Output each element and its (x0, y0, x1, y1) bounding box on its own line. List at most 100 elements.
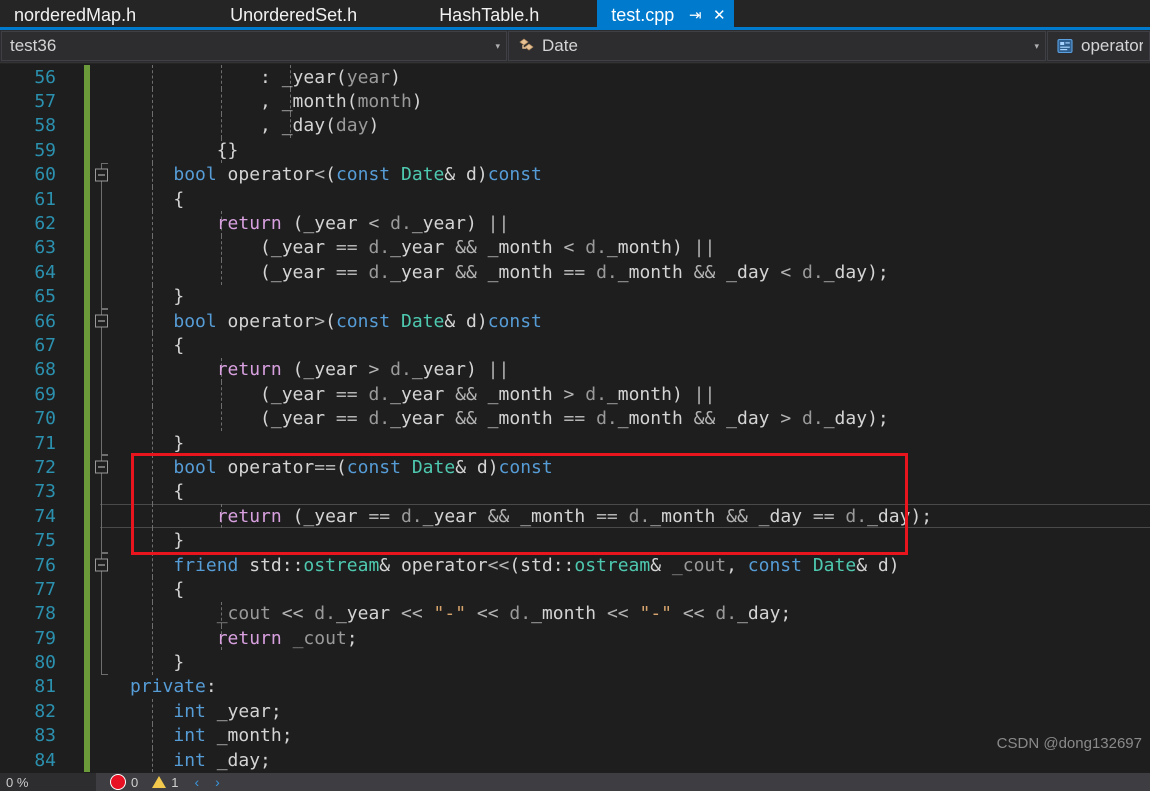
code-line-content[interactable]: } (116, 284, 1150, 309)
code-line-content[interactable]: private: (116, 675, 1150, 699)
project-scope-dropdown[interactable]: test36 ▾ (1, 31, 507, 61)
outlining-gutter[interactable] (90, 724, 116, 748)
code-line-content[interactable]: {} (116, 138, 1150, 163)
code-line[interactable]: 63 (_year == d._year && _month < d._mont… (0, 235, 1150, 261)
code-line[interactable]: 76 friend std::ostream& operator<<(std::… (0, 552, 1150, 578)
outlining-gutter[interactable] (90, 430, 116, 456)
code-line[interactable]: 60 bool operator<(const Date& d)const (0, 162, 1150, 187)
tab-unorderedmap-h[interactable]: norderedMap.h (0, 0, 153, 30)
code-line-content[interactable]: (_year == d._year && _month > d._month) … (116, 382, 1150, 407)
outlining-gutter[interactable] (90, 650, 116, 676)
code-editor-surface[interactable]: 56 : _year(year) 57 , _month(month) 58 , _… (0, 62, 1150, 774)
code-line[interactable]: 83 int _month; (0, 723, 1150, 748)
outlining-gutter[interactable] (90, 479, 116, 505)
code-line[interactable]: 82 int _year; (0, 699, 1150, 724)
navigate-back-icon[interactable]: ‹ (194, 774, 199, 790)
code-line[interactable]: 79 return _cout; (0, 625, 1150, 651)
code-line-content[interactable]: friend std::ostream& operator<<(std::ost… (116, 552, 1150, 578)
code-line[interactable]: 62 return (_year < d._year) || (0, 211, 1150, 236)
chevron-down-icon[interactable]: ▾ (495, 41, 500, 51)
navigate-forward-icon[interactable]: › (215, 774, 220, 790)
outlining-gutter[interactable] (90, 382, 116, 407)
code-line[interactable]: 80 } (0, 650, 1150, 676)
code-line[interactable]: 81 private: (0, 674, 1150, 700)
outlining-gutter[interactable] (90, 235, 116, 261)
collapse-minus-icon[interactable] (95, 168, 108, 182)
outlining-gutter[interactable] (90, 528, 116, 554)
code-line-content[interactable]: (_year == d._year && _month == d._month … (116, 260, 1150, 285)
outlining-gutter[interactable] (90, 577, 116, 602)
code-line[interactable]: 84 int _day; (0, 747, 1150, 773)
code-line-content[interactable]: { (116, 186, 1150, 212)
code-line-content[interactable]: { (116, 479, 1150, 505)
code-line-content[interactable]: { (116, 333, 1150, 358)
outlining-gutter[interactable] (90, 162, 116, 187)
outlining-gutter[interactable] (90, 406, 116, 431)
code-line-content[interactable]: int _year; (116, 699, 1150, 724)
code-line-content[interactable]: (_year == d._year && _month < d._month) … (116, 235, 1150, 261)
outlining-gutter[interactable] (90, 357, 116, 383)
outlining-gutter[interactable] (90, 455, 116, 480)
collapse-minus-icon[interactable] (95, 460, 108, 474)
code-line[interactable]: 67 { (0, 333, 1150, 358)
code-line[interactable]: 66 bool operator>(const Date& d)const (0, 308, 1150, 334)
outlining-gutter[interactable] (90, 552, 116, 578)
code-line-content[interactable]: : _year(year) (116, 65, 1150, 90)
code-line-content[interactable]: return (_year > d._year) || (116, 357, 1150, 383)
tab-test-cpp[interactable]: test.cpp ⇥ ✕ (597, 0, 735, 30)
code-line[interactable]: 59 {} (0, 138, 1150, 163)
code-line[interactable]: 70 (_year == d._year && _month == d._mon… (0, 406, 1150, 431)
zoom-level-indicator[interactable]: 0 % (0, 773, 96, 791)
outlining-gutter[interactable] (90, 211, 116, 236)
code-line-content[interactable]: } (116, 528, 1150, 553)
collapse-minus-icon[interactable] (95, 558, 108, 572)
error-count-indicator[interactable]: 0 (110, 774, 138, 790)
code-line-content[interactable]: return (_year == d._year && _month == d.… (116, 504, 1150, 529)
code-line-content[interactable]: int _month; (116, 723, 1150, 748)
pin-icon[interactable]: ⇥ (686, 6, 704, 24)
code-line-content[interactable]: , _month(month) (116, 89, 1150, 114)
outlining-gutter[interactable] (90, 89, 116, 113)
outlining-gutter[interactable] (90, 333, 116, 358)
code-line-content[interactable]: } (116, 650, 1150, 675)
code-line[interactable]: 74 return (_year == d._year && _month ==… (0, 504, 1150, 529)
outlining-gutter[interactable] (90, 308, 116, 334)
code-line[interactable]: 69 (_year == d._year && _month > d._mont… (0, 382, 1150, 407)
outlining-gutter[interactable] (90, 601, 116, 626)
code-line-content[interactable]: bool operator==(const Date& d)const (116, 455, 1150, 480)
outlining-gutter[interactable] (90, 284, 116, 310)
outlining-gutter[interactable] (90, 625, 116, 651)
outlining-gutter[interactable] (90, 504, 116, 529)
code-line[interactable]: 72 bool operator==(const Date& d)const (0, 455, 1150, 480)
code-line-content[interactable]: int _day; (116, 747, 1150, 773)
code-line[interactable]: 77 { (0, 577, 1150, 602)
code-line-content[interactable]: return _cout; (116, 625, 1150, 651)
outlining-gutter[interactable] (90, 748, 116, 772)
code-line-content[interactable]: bool operator<(const Date& d)const (116, 162, 1150, 187)
member-scope-dropdown[interactable]: operator== (1047, 31, 1150, 61)
code-line-content[interactable]: } (116, 430, 1150, 456)
code-line-content[interactable]: (_year == d._year && _month == d._month … (116, 406, 1150, 431)
outlining-gutter[interactable] (90, 675, 116, 699)
code-line[interactable]: 68 return (_year > d._year) || (0, 357, 1150, 383)
code-line[interactable]: 56 : _year(year) (0, 65, 1150, 90)
outlining-gutter[interactable] (90, 65, 116, 89)
outlining-gutter[interactable] (90, 114, 116, 138)
code-line[interactable]: 58 , _day(day) (0, 113, 1150, 139)
code-line[interactable]: 71 } (0, 430, 1150, 456)
code-line[interactable]: 57 , _month(month) (0, 89, 1150, 114)
code-line-content[interactable]: _cout << d._year << "-" << d._month << "… (116, 601, 1150, 626)
close-icon[interactable]: ✕ (710, 6, 728, 24)
collapse-minus-icon[interactable] (95, 314, 108, 328)
chevron-down-icon[interactable]: ▾ (1034, 41, 1039, 51)
outlining-gutter[interactable] (90, 138, 116, 162)
outlining-gutter[interactable] (90, 186, 116, 212)
tab-unorderedset-h[interactable]: UnorderedSet.h (216, 0, 374, 30)
warning-count-indicator[interactable]: 1 (152, 775, 178, 790)
code-line[interactable]: 73 { (0, 479, 1150, 505)
code-line-content[interactable]: bool operator>(const Date& d)const (116, 308, 1150, 334)
code-line[interactable]: 75 } (0, 528, 1150, 554)
code-line[interactable]: 65 } (0, 284, 1150, 310)
outlining-gutter[interactable] (90, 699, 116, 723)
code-line-content[interactable]: { (116, 577, 1150, 602)
